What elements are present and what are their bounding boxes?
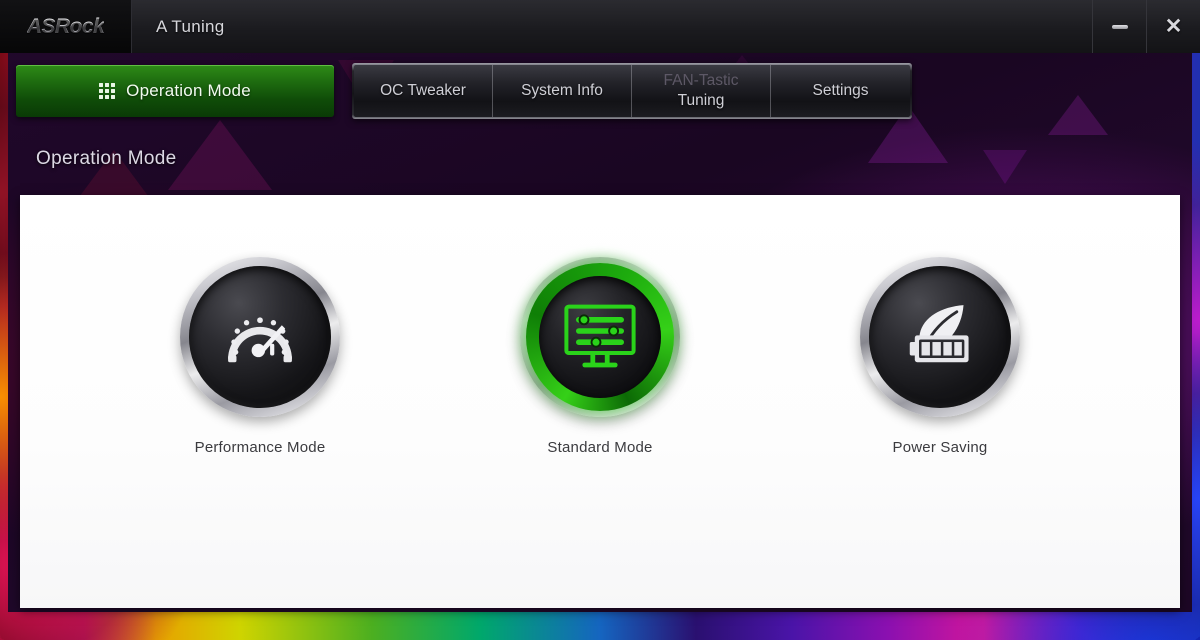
tab-fan-tastic-tuning-label-line2: Tuning [677,91,725,109]
app-title: A Tuning [156,16,225,36]
minimize-icon [1111,24,1128,29]
mode-standard-button[interactable] [520,257,680,417]
tab-settings-label: Settings [812,81,869,99]
tab-system-info-label: System Info [521,81,603,99]
close-icon: ✕ [1164,15,1183,38]
tab-settings[interactable]: Settings [771,64,910,117]
tab-oc-tweaker[interactable]: OC Tweaker [354,64,493,117]
secondary-tab-group: OC Tweaker System Info FAN-Tastic Tuning… [352,62,912,119]
tab-system-info[interactable]: System Info [493,64,632,117]
background-polygon [168,120,272,190]
mode-power-saving-label: Power Saving [892,439,988,456]
content-panel: Performance Mode Standard Mode Power Sav… [20,195,1180,608]
page-title: Operation Mode [36,148,177,169]
asrock-a-tuning-window: ASRock A Tuning ✕ Operation Mode OC Twea… [0,0,1200,640]
mode-performance[interactable]: Performance Mode [160,257,360,456]
monitor-sliders-icon [556,293,644,381]
navigation-bar: Operation Mode OC Tweaker System Info FA… [0,53,1200,128]
title-bar: ASRock A Tuning ✕ [0,0,1200,53]
tab-operation-mode[interactable]: Operation Mode [16,64,334,117]
grid-icon [99,82,116,99]
background-polygon [983,150,1027,184]
leaf-battery-icon [896,293,984,381]
mode-standard-label: Standard Mode [547,439,653,456]
close-button[interactable]: ✕ [1146,0,1200,53]
asrock-logo-text: ASRock [26,14,105,38]
asrock-logo: ASRock [0,0,132,53]
mode-standard[interactable]: Standard Mode [500,257,700,456]
speedometer-icon [216,293,304,381]
window-controls: ✕ [1092,0,1200,53]
tab-operation-mode-label: Operation Mode [126,80,251,100]
tab-oc-tweaker-label: OC Tweaker [380,81,466,99]
minimize-button[interactable] [1092,0,1146,53]
mode-power-saving-button[interactable] [860,257,1020,417]
mode-performance-label: Performance Mode [194,439,326,456]
mode-performance-button[interactable] [180,257,340,417]
tab-fan-tastic-tuning-label-line1: FAN-Tastic [663,72,739,90]
tab-fan-tastic-tuning[interactable]: FAN-Tastic Tuning [632,64,771,117]
mode-power-saving[interactable]: Power Saving [840,257,1040,456]
operation-mode-list: Performance Mode Standard Mode Power Sav… [20,257,1180,456]
